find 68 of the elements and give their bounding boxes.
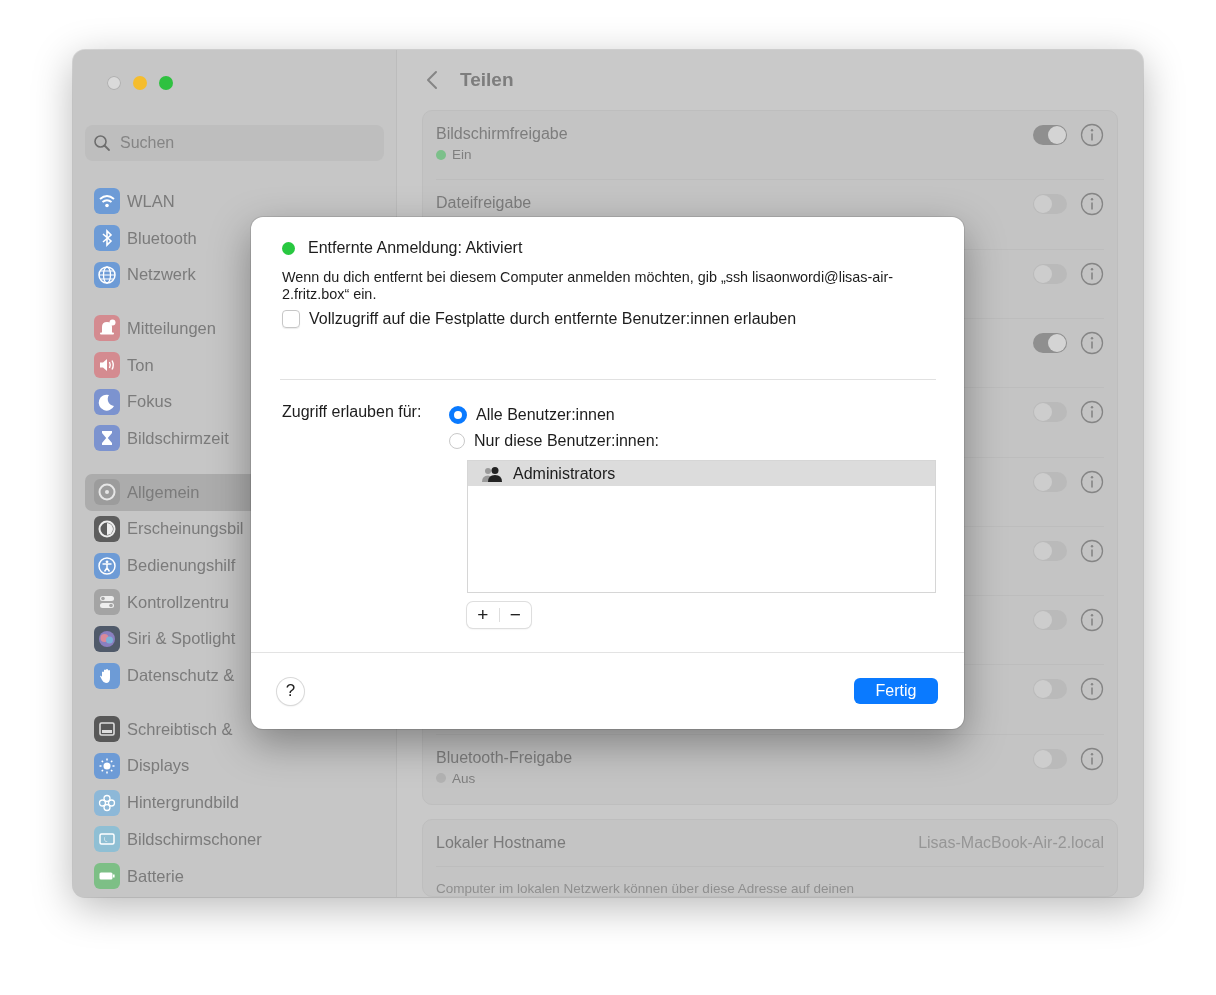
info-icon[interactable] bbox=[1080, 677, 1104, 702]
done-button[interactable]: Fertig bbox=[854, 678, 938, 704]
radio-button[interactable] bbox=[449, 433, 465, 449]
sidebar-item[interactable]: WLAN bbox=[85, 183, 384, 220]
sun-icon bbox=[94, 752, 120, 779]
info-icon[interactable] bbox=[1080, 192, 1104, 217]
contrast-icon bbox=[94, 515, 120, 542]
wifi-icon bbox=[94, 188, 120, 215]
radio-label: Alle Benutzer:innen bbox=[476, 406, 615, 424]
screensaver-icon bbox=[94, 826, 120, 853]
sidebar-item[interactable]: Erscheinungsbil bbox=[85, 510, 384, 548]
info-icon[interactable] bbox=[1080, 469, 1104, 494]
sidebar-item[interactable]: Bildschirmzeit bbox=[85, 420, 384, 457]
hostname-label: Lokaler Hostname bbox=[436, 834, 566, 852]
info-icon[interactable] bbox=[1080, 746, 1104, 771]
battery-icon bbox=[94, 863, 120, 890]
sidebar-item[interactable]: Kontrollzentru bbox=[85, 583, 384, 621]
back-button[interactable] bbox=[426, 70, 438, 90]
info-icon[interactable] bbox=[1080, 608, 1104, 633]
moon-icon bbox=[94, 388, 120, 415]
help-button[interactable]: ? bbox=[277, 677, 304, 705]
group-icon bbox=[480, 464, 504, 483]
toggle-switch[interactable] bbox=[1033, 125, 1067, 146]
radio-button[interactable] bbox=[449, 406, 467, 424]
accessibility-icon bbox=[94, 552, 120, 579]
access-label: Zugriff erlauben für: bbox=[282, 402, 423, 422]
radio-label: Nur diese Benutzer:innen: bbox=[474, 432, 659, 450]
sidebar-item[interactable]: Schreibtisch & bbox=[85, 710, 384, 748]
user-row[interactable]: Administrators bbox=[468, 461, 935, 486]
service-name: Bildschirmfreigabe bbox=[436, 125, 569, 144]
search-field[interactable]: Suchen bbox=[85, 125, 384, 161]
chevron-left-icon bbox=[426, 70, 438, 90]
status-text: Ein bbox=[452, 147, 472, 163]
toggle-switch[interactable] bbox=[1033, 332, 1067, 353]
checkbox[interactable] bbox=[282, 310, 300, 328]
add-button[interactable]: + bbox=[467, 604, 499, 626]
info-icon[interactable] bbox=[1080, 400, 1104, 425]
flower-icon bbox=[94, 789, 120, 816]
sidebar-item[interactable]: Siri & Spotlight bbox=[85, 620, 384, 658]
sidebar-item[interactable]: Displays bbox=[85, 747, 384, 785]
service-name: Dateifreigabe bbox=[436, 194, 533, 213]
hand-icon bbox=[94, 662, 120, 689]
sidebar-item[interactable]: Ton bbox=[85, 346, 384, 384]
info-icon[interactable] bbox=[1080, 330, 1104, 355]
desktop-icon bbox=[94, 716, 120, 743]
status-text: Aus bbox=[452, 770, 476, 786]
remove-button[interactable]: − bbox=[499, 604, 531, 626]
sidebar-item[interactable]: Hintergrundbild bbox=[85, 784, 384, 821]
status-title: Entfernte Anmeldung: Aktiviert bbox=[308, 239, 523, 257]
bell-icon bbox=[94, 315, 120, 342]
description-text: Wenn du dich entfernt bei diesem Computer anmelden möchten, gib „ssh lisaonwordi@lisas-air-2.fritz.box“ ein. bbox=[282, 269, 895, 303]
gear-icon bbox=[94, 479, 120, 506]
info-icon[interactable] bbox=[1080, 261, 1104, 286]
service-name: Bluetooth-Freigabe bbox=[436, 748, 574, 767]
globe-icon bbox=[94, 261, 120, 288]
sidebar-item[interactable]: Bedienungshilf bbox=[85, 547, 384, 584]
bluetooth-icon bbox=[94, 225, 120, 252]
checkbox-label: Vollzugriff auf die Festplatte durch entfernte Benutzer:innen erlauben bbox=[309, 310, 797, 328]
zoom-button[interactable] bbox=[159, 76, 173, 90]
hourglass-icon bbox=[94, 425, 120, 452]
sidebar-item[interactable]: Batterie bbox=[85, 857, 384, 895]
page-title: Teilen bbox=[460, 69, 514, 91]
sidebar-item[interactable]: Bildschirmschoner bbox=[85, 821, 384, 858]
toggles-icon bbox=[94, 589, 120, 616]
info-icon[interactable] bbox=[1080, 123, 1104, 148]
info-icon[interactable] bbox=[1080, 538, 1104, 563]
orb-icon bbox=[94, 625, 120, 652]
speaker-icon bbox=[94, 352, 120, 379]
